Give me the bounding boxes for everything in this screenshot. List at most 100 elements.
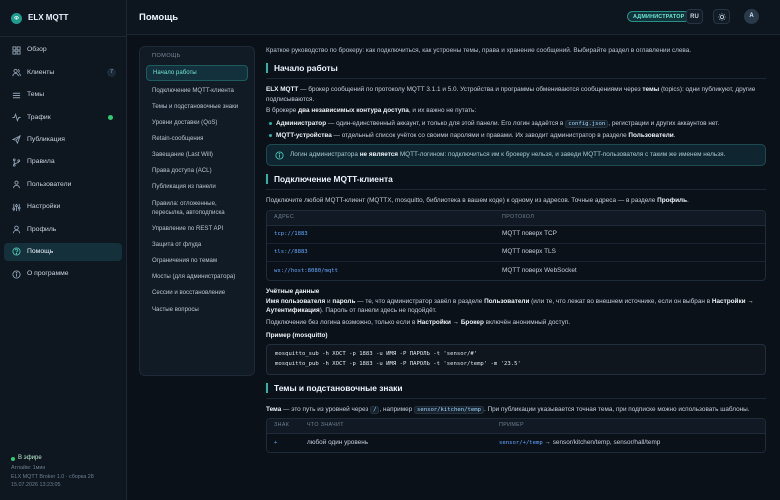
bold-text: Профиль: [657, 197, 688, 205]
traffic-live-dot: [108, 115, 113, 121]
toc-item-connect[interactable]: Подключение MQTT-клиента: [146, 83, 248, 97]
sidebar-item-overview[interactable]: Обзор: [4, 41, 122, 60]
profile-icon: [12, 225, 21, 234]
code-line: mosquitto_pub -h ХОСТ -p 1883 -u ИМЯ -P …: [275, 361, 521, 368]
sidebar-item-topics[interactable]: Темы: [4, 86, 122, 105]
live-status: В эфире: [11, 454, 94, 464]
sidebar-item-label: Обзор: [27, 46, 47, 54]
topics-paragraph: Тема — это путь из уровней через /, напр…: [266, 405, 766, 414]
toc-item-topic-limits[interactable]: Ограничения по темам: [146, 254, 248, 268]
bold-text: ELX MQTT: [266, 86, 299, 94]
toc-item-flood[interactable]: Защита от флуда: [146, 238, 248, 252]
list-item-admin: Администратор — один-единственный аккаун…: [266, 119, 766, 128]
toc-item-bridges[interactable]: Мосты (для администратора): [146, 270, 248, 284]
divider: [266, 189, 766, 191]
example-text: → sensor/kitchen/temp, sensor/hall/temp: [542, 439, 661, 447]
sidebar-nav: Обзор Клиенты 7 Темы Трафик Публикация П…: [0, 37, 126, 284]
brand[interactable]: ELX MQTT: [0, 0, 126, 37]
toc-item-sessions[interactable]: Сессии и восстановление: [146, 286, 248, 300]
bold-text: два независимых контура доступа: [298, 107, 409, 115]
sidebar-item-traffic[interactable]: Трафик: [4, 108, 122, 127]
help-icon: [12, 247, 21, 256]
inline-code: sensor/kitchen/temp: [413, 405, 484, 414]
sidebar-item-clients[interactable]: Клиенты 7: [4, 63, 122, 82]
column-header: ПРИМЕР: [499, 422, 525, 429]
start-paragraph-1: ELX MQTT — брокер сообщений по протоколу…: [266, 85, 766, 104]
section-title-connect: Подключение MQTT-клиента: [266, 174, 766, 185]
example-title: Пример (mosquitto): [266, 332, 328, 340]
toc-item-faq[interactable]: Частые вопросы: [146, 302, 248, 316]
wildcard-sign: +: [274, 440, 278, 447]
column-header: ЗНАК: [274, 422, 290, 429]
list-item-mqtt-devices: MQTT-устройства — отдельный список учёто…: [266, 131, 766, 140]
text: Подключите любой MQTT-клиент (MQTTX, mos…: [266, 197, 658, 205]
endpoint-protocol: MQTT поверх TLS: [502, 248, 556, 256]
sidebar-item-label: Клиенты: [27, 68, 55, 76]
sidebar-item-publish[interactable]: Публикация: [4, 131, 122, 150]
sidebar-item-settings[interactable]: Настройки: [4, 198, 122, 217]
text: .: [687, 197, 689, 205]
text: включён анонимный доступ.: [483, 319, 571, 326]
info-note: Логин администратора не является MQTT-ло…: [266, 144, 766, 167]
divider: [266, 397, 766, 399]
bold-text: Имя пользователя: [266, 297, 326, 305]
sidebar-item-label: Профиль: [27, 225, 57, 233]
sidebar-item-users[interactable]: Пользователи: [4, 175, 122, 194]
section-title-topics: Темы и подстановочные знаки: [266, 382, 766, 393]
grid-icon: [12, 46, 21, 55]
sidebar-item-label: Трафик: [27, 113, 51, 121]
help-toc: ПОМОЩЬ Начало работы Подключение MQTT-кл…: [139, 46, 255, 376]
bold-text: MQTT-устройства: [276, 132, 332, 139]
sidebar-item-help[interactable]: Помощь: [4, 242, 122, 262]
version: ELX MQTT Broker 1.0 · сборка 28: [11, 473, 94, 480]
text: MQTT-логином: подключиться им к брокеру …: [398, 151, 726, 159]
start-paragraph-2: В брокере два независимых контура доступ…: [266, 106, 766, 115]
endpoints-table: АДРЕС ПРОТОКОЛ tcp://1883 MQTT поверх TCP …: [266, 209, 766, 281]
role-badge: АДМИНИСТРАТОР: [627, 11, 691, 22]
endpoint-protocol: MQTT поверх WebSocket: [502, 266, 577, 274]
toc-item-publish[interactable]: Публикация из панели: [146, 180, 248, 194]
sidebar-item-profile[interactable]: Профиль: [4, 220, 122, 239]
toc-heading: ПОМОЩЬ: [152, 53, 181, 59]
toc-item-rules[interactable]: Правила: отложенные, пересылка, автоподп…: [146, 196, 248, 219]
text: ). Пароль от панели здесь не подойдёт.: [319, 307, 437, 315]
text: В брокере: [266, 107, 299, 115]
text: (или те, что лежат во внешнем источнике,…: [529, 297, 712, 305]
column-header: ПРОТОКОЛ: [502, 213, 535, 220]
theme-toggle-button[interactable]: [713, 9, 730, 24]
toc-item-start[interactable]: Начало работы: [146, 64, 248, 82]
code-block: mosquitto_sub -h ХОСТ -p 1883 -u ИМЯ -P …: [266, 343, 766, 375]
help-content: Краткое руководство по брокеру: как подк…: [266, 36, 766, 500]
wildcards-table: ЗНАК ЧТО ЗНАЧИТ ПРИМЕР + любой один уровень…: [266, 418, 766, 454]
code-line: mosquitto_sub -h ХОСТ -p 1883 -u ИМЯ -P …: [275, 350, 478, 357]
connect-paragraph: Подключите любой MQTT-клиент (MQTTX, mos…: [266, 196, 766, 205]
language-button[interactable]: RU: [686, 9, 703, 24]
wildcard-example: sensor/+/temp → sensor/kitchen/temp, sen…: [499, 438, 765, 447]
sidebar-item-label: Настройки: [27, 203, 61, 211]
sidebar-item-label: Публикация: [27, 135, 65, 143]
bold-text: пароль: [332, 297, 356, 305]
inline-code: config.json: [565, 119, 609, 128]
datetime: 15.07.2026 13:23:05: [11, 482, 61, 489]
info-note-text: Логин администратора не является MQTT-ло…: [290, 150, 725, 160]
avatar[interactable]: A: [744, 9, 759, 24]
example-code: sensor/+/temp: [499, 440, 543, 447]
sidebar-item-rules[interactable]: Правила: [4, 153, 122, 172]
toc-item-qos[interactable]: Уровни доставки (QoS): [146, 115, 248, 129]
toc-item-retain[interactable]: Retain-сообщения: [146, 132, 248, 146]
text: , например: [379, 405, 414, 413]
table-header: АДРЕС ПРОТОКОЛ: [267, 210, 765, 226]
table-row: + любой один уровень sensor/+/temp → senso…: [267, 434, 765, 452]
toc-item-rest-api[interactable]: Управление по REST API: [146, 221, 248, 235]
column-header: АДРЕС: [274, 213, 295, 220]
divider: [266, 78, 766, 80]
page-title: Помощь: [139, 12, 179, 23]
toc-item-last-will[interactable]: Завещание (Last Will): [146, 148, 248, 162]
bold-text: Администратор: [276, 119, 327, 127]
wildcard-meaning: любой один уровень: [307, 439, 369, 447]
toc-item-topics[interactable]: Темы и подстановочные знаки: [146, 99, 248, 113]
toc-item-acl[interactable]: Права доступа (ACL): [146, 164, 248, 178]
text: — это путь из уровней через: [281, 405, 371, 413]
sun-icon: [717, 12, 726, 21]
sidebar-item-about[interactable]: О программе: [4, 265, 122, 284]
